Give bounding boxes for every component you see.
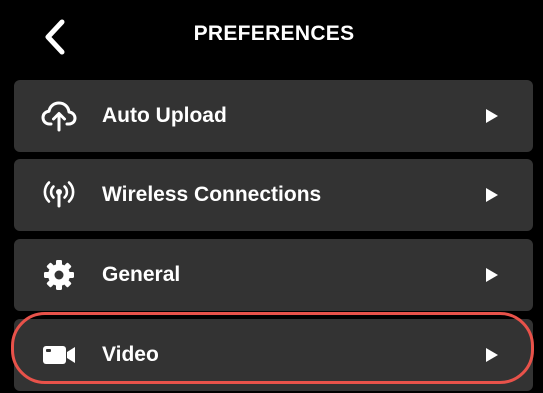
gear-icon bbox=[41, 257, 77, 293]
menu-item-label: Auto Upload bbox=[102, 104, 227, 127]
play-right-icon bbox=[486, 188, 498, 202]
play-right-icon bbox=[486, 348, 498, 362]
menu-item-video[interactable]: Video bbox=[14, 319, 533, 391]
menu-item-wireless-connections[interactable]: Wireless Connections bbox=[14, 159, 533, 231]
menu-item-general[interactable]: General bbox=[14, 239, 533, 311]
preferences-menu: Auto Upload Wireless Connections General… bbox=[0, 0, 543, 393]
menu-item-label: Wireless Connections bbox=[102, 183, 322, 206]
menu-item-label: Video bbox=[102, 343, 159, 366]
menu-item-label: General bbox=[102, 263, 181, 286]
play-right-icon bbox=[486, 268, 498, 282]
wireless-icon bbox=[41, 177, 77, 213]
video-camera-icon bbox=[41, 337, 77, 373]
menu-item-auto-upload[interactable]: Auto Upload bbox=[14, 80, 533, 152]
cloud-upload-icon bbox=[41, 98, 77, 134]
play-right-icon bbox=[486, 109, 498, 123]
